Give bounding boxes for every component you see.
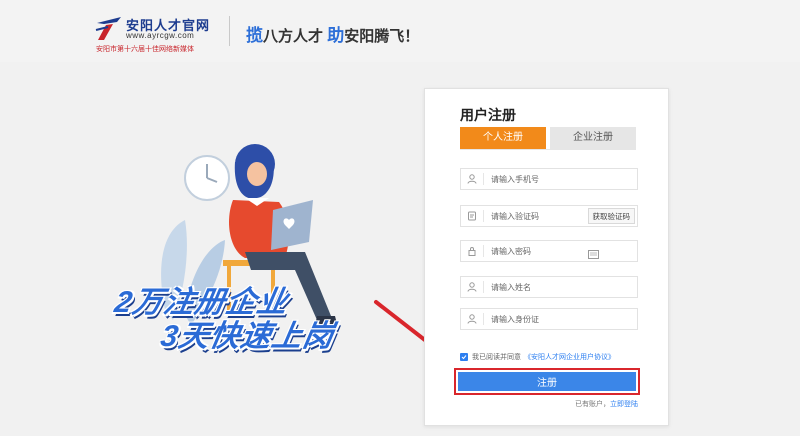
register-button[interactable]: 注册 bbox=[458, 372, 636, 391]
keyboard-icon[interactable] bbox=[588, 246, 599, 264]
field-separator bbox=[483, 313, 484, 325]
name-field bbox=[460, 276, 638, 298]
tab-enterprise[interactable]: 企业注册 bbox=[550, 127, 636, 149]
site-logo[interactable]: 安阳人才官网 www.ayrcgw.com 安阳市第十六届十佳网络新媒体 bbox=[94, 12, 234, 56]
login-link[interactable]: 立即登陆 bbox=[610, 401, 638, 408]
tab-personal[interactable]: 个人注册 bbox=[460, 127, 546, 149]
header-divider bbox=[229, 16, 230, 46]
code-field: 获取验证码 bbox=[460, 205, 638, 227]
login-prompt: 已有账户，立即登陆 bbox=[575, 399, 638, 409]
phone-field bbox=[460, 168, 638, 190]
password-input[interactable] bbox=[491, 241, 601, 261]
get-code-button[interactable]: 获取验证码 bbox=[587, 208, 635, 224]
password-field bbox=[460, 240, 638, 262]
field-separator bbox=[483, 245, 484, 257]
header-slogan: 揽八方人才 助安阳腾飞！ bbox=[246, 21, 419, 46]
card-title: 用户注册 bbox=[460, 107, 516, 123]
user-icon bbox=[461, 169, 483, 189]
clock-icon bbox=[184, 155, 230, 201]
promo-line-2: 3天快速上岗 bbox=[158, 320, 337, 353]
agreement-row: 我已阅读并同意 《安阳人才网企业用户协议》 bbox=[460, 352, 615, 362]
agree-text: 我已阅读并同意 bbox=[472, 354, 521, 361]
phone-input[interactable] bbox=[491, 169, 601, 189]
slogan-middle: 八方人才 bbox=[263, 28, 324, 45]
code-input[interactable] bbox=[491, 206, 601, 226]
agreement-link[interactable]: 《安阳人才网企业用户协议》 bbox=[524, 352, 615, 362]
name-input[interactable] bbox=[491, 277, 601, 297]
submit-highlight-box: 注册 bbox=[454, 368, 640, 395]
user-icon bbox=[461, 309, 483, 329]
has-account-text: 已有账户， bbox=[575, 401, 610, 408]
registration-card: 用户注册 个人注册 企业注册 获取验证码 bbox=[424, 88, 669, 426]
user-icon bbox=[461, 277, 483, 297]
tab-underline bbox=[460, 149, 636, 150]
field-separator bbox=[483, 210, 484, 222]
agree-checkbox[interactable] bbox=[460, 353, 468, 361]
field-separator bbox=[483, 281, 484, 293]
id-card-field bbox=[460, 308, 638, 330]
field-separator bbox=[483, 173, 484, 185]
register-tabs: 个人注册 企业注册 bbox=[460, 127, 636, 149]
slogan-highlight-2: 助 bbox=[327, 26, 345, 45]
id-card-input[interactable] bbox=[491, 309, 601, 329]
logo-subtitle: 安阳市第十六届十佳网络新媒体 bbox=[96, 46, 194, 53]
logo-url: www.ayrcgw.com bbox=[126, 31, 195, 40]
promo-banner: 2万注册企业 3天快速上岗 bbox=[106, 286, 343, 354]
slogan-end: 安阳腾飞！ bbox=[344, 28, 420, 45]
logo-mark-icon bbox=[95, 17, 121, 40]
shield-icon bbox=[461, 206, 483, 226]
site-header: 安阳人才官网 www.ayrcgw.com 安阳市第十六届十佳网络新媒体 揽八方… bbox=[0, 0, 800, 62]
lock-icon bbox=[461, 241, 483, 261]
promo-line-1: 2万注册企业 bbox=[112, 286, 291, 319]
slogan-highlight-1: 揽 bbox=[246, 26, 263, 45]
